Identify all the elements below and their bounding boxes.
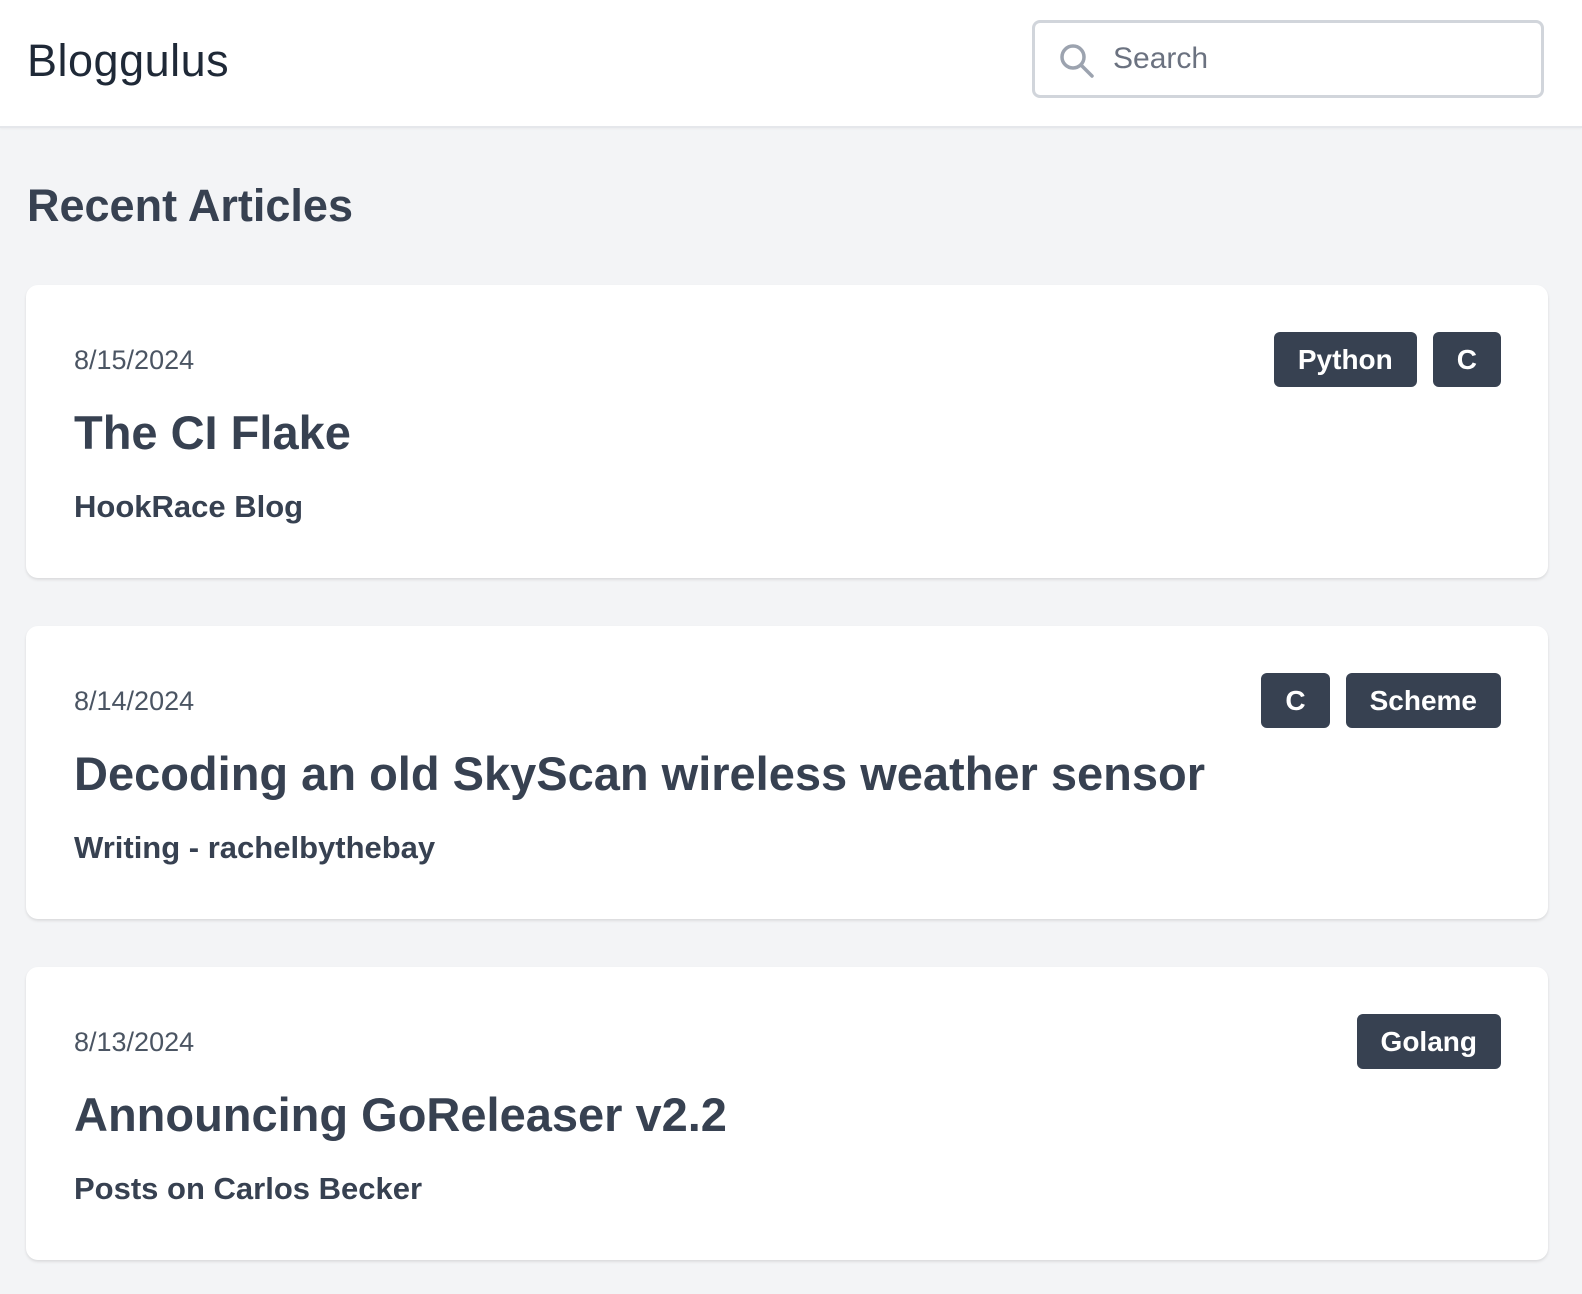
article-source: Posts on Carlos Becker: [74, 1171, 423, 1206]
tag-c[interactable]: C: [1432, 332, 1501, 387]
tag-list: C Scheme: [1261, 673, 1501, 728]
section-title: Recent Articles: [27, 180, 353, 231]
search-input[interactable]: [1113, 31, 1523, 87]
tag-list: Golang: [1356, 1014, 1501, 1069]
article-card: 8/15/2024 The CI Flake HookRace Blog Pyt…: [26, 285, 1548, 578]
site-logo-link[interactable]: Bloggulus: [27, 34, 229, 88]
article-title-link[interactable]: Announcing GoReleaser v2.2: [74, 1087, 727, 1143]
article-date: 8/15/2024: [74, 345, 195, 375]
tag-python[interactable]: Python: [1273, 332, 1417, 387]
article-date: 8/13/2024: [74, 1027, 195, 1057]
article-card: 8/14/2024 Decoding an old SkyScan wirele…: [26, 626, 1548, 919]
tag-list: Python C: [1273, 332, 1501, 387]
search-box[interactable]: [1032, 20, 1544, 98]
article-title-link[interactable]: The CI Flake: [74, 405, 351, 461]
article-source: HookRace Blog: [74, 489, 304, 524]
tag-c[interactable]: C: [1261, 673, 1330, 728]
article-date: 8/14/2024: [74, 686, 195, 716]
search-icon: [1060, 44, 1094, 78]
tag-golang[interactable]: Golang: [1356, 1014, 1501, 1069]
tag-scheme[interactable]: Scheme: [1345, 673, 1501, 728]
article-source: Writing - rachelbythebay: [74, 830, 436, 865]
top-bar: Bloggulus: [0, 0, 1582, 128]
article-title-link[interactable]: Decoding an old SkyScan wireless weather…: [74, 746, 1205, 802]
article-card: 8/13/2024 Announcing GoReleaser v2.2 Pos…: [26, 967, 1548, 1260]
